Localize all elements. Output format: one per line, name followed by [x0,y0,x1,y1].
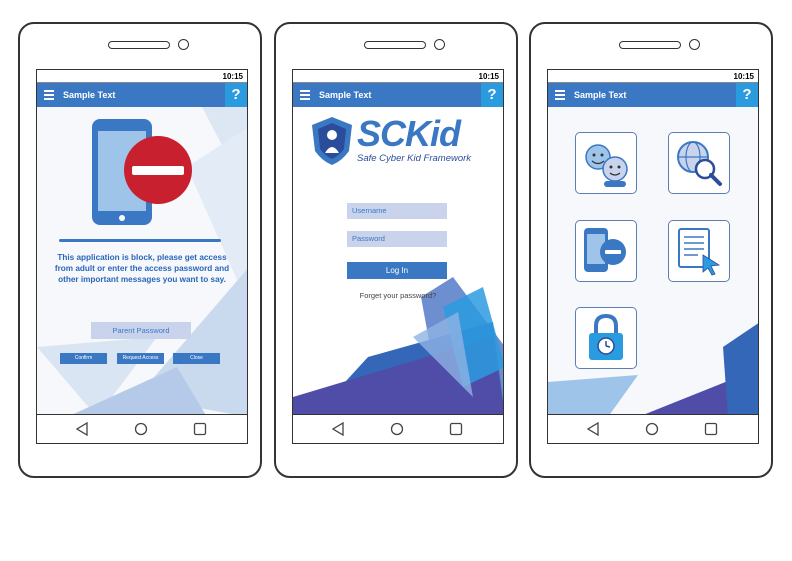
password-input[interactable]: Password [347,231,447,247]
app-logo-text: SCKid [357,113,461,154]
hamburger-menu-icon[interactable] [44,90,54,100]
status-bar: 10:15 [37,70,247,83]
help-button[interactable]: ? [481,83,503,107]
contacts-tile[interactable] [575,132,637,194]
home-icon[interactable] [134,422,148,436]
nav-bar [293,414,503,443]
dashboard-content [548,107,758,415]
screen-login: 10:15 Sample Text ? SCKid Safe Cyber Kid… [292,69,504,444]
screen-blocked: 10:15 Sample Text ? This application is … [36,69,248,444]
app-bar: Sample Text ? [37,83,247,107]
activity-log-tile-icon [678,228,721,276]
request-access-button[interactable]: Request Access [117,353,164,364]
nav-bar [548,414,758,443]
back-icon[interactable] [75,422,89,436]
app-bar-title: Sample Text [574,90,627,100]
block-message: This application is block, please get ac… [54,253,230,284]
hamburger-menu-icon[interactable] [555,90,565,100]
phone-3: 10:15 Sample Text ? [529,22,773,478]
earpiece [364,41,426,49]
help-button[interactable]: ? [736,83,758,107]
front-camera [178,39,189,50]
app-block-tile-icon [584,228,626,272]
back-icon[interactable] [331,422,345,436]
recents-icon[interactable] [193,422,207,436]
status-time: 10:15 [478,72,499,81]
confirm-button[interactable]: Confirm [60,353,107,364]
hamburger-menu-icon[interactable] [300,90,310,100]
blocked-content: This application is block, please get ac… [37,107,247,415]
parent-password-button[interactable]: Parent Password [91,322,191,339]
home-icon[interactable] [390,422,404,436]
contacts-tile-icon [585,144,628,187]
phone-2: 10:15 Sample Text ? SCKid Safe Cyber Kid… [274,22,518,478]
web-search-tile[interactable] [668,132,730,194]
earpiece [619,41,681,49]
blocked-phone-icon [92,119,192,225]
login-content: SCKid Safe Cyber Kid Framework Username … [293,107,503,415]
front-camera [689,39,700,50]
status-bar: 10:15 [293,70,503,83]
recents-icon[interactable] [449,422,463,436]
phone-1: 10:15 Sample Text ? This application is … [18,22,262,478]
login-button[interactable]: Log In [347,262,447,279]
back-icon[interactable] [586,422,600,436]
screen-dashboard: 10:15 Sample Text ? [547,69,759,444]
app-bar: Sample Text ? [548,83,758,107]
username-input[interactable]: Username [347,203,447,219]
forgot-password-link[interactable]: Forget your password? [293,291,503,300]
app-bar-title: Sample Text [63,90,116,100]
activity-log-tile[interactable] [668,220,730,282]
divider-line [59,239,221,242]
close-button[interactable]: Close [173,353,220,364]
status-bar: 10:15 [548,70,758,83]
earpiece [108,41,170,49]
help-button[interactable]: ? [225,83,247,107]
front-camera [434,39,445,50]
app-bar: Sample Text ? [293,83,503,107]
web-search-tile-icon [677,141,722,186]
status-time: 10:15 [222,72,243,81]
app-bar-title: Sample Text [319,90,372,100]
app-block-tile[interactable] [575,220,637,282]
app-tagline: Safe Cyber Kid Framework [357,153,472,164]
time-lock-tile[interactable] [575,307,637,369]
time-lock-tile-icon [589,313,623,360]
nav-bar [37,414,247,443]
recents-icon[interactable] [704,422,718,436]
home-icon[interactable] [645,422,659,436]
shield-logo-icon [312,117,352,165]
status-time: 10:15 [733,72,754,81]
